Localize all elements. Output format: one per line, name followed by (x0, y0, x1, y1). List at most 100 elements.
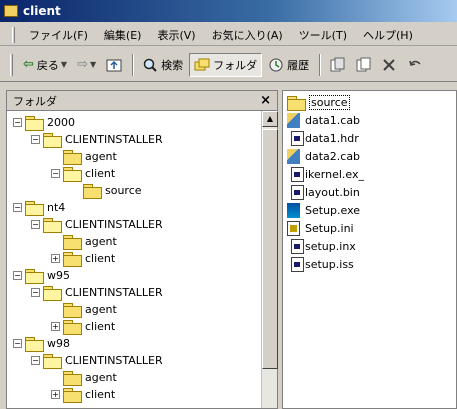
file-item[interactable]: Setup.exe (287, 201, 360, 219)
folder-icon (43, 285, 62, 301)
file-item[interactable]: setup.iss (287, 255, 354, 273)
folders-button[interactable]: フォルダ (189, 52, 263, 77)
file-item[interactable]: ikernel.ex_ (287, 165, 364, 183)
folder-panel-header: フォルダ × (7, 91, 277, 111)
tree-node-label: client (85, 251, 116, 265)
move-to-button[interactable] (325, 53, 349, 77)
tree-node[interactable]: − nt4 (13, 198, 65, 216)
close-icon[interactable]: × (260, 93, 271, 108)
file-name: layout.bin (305, 185, 360, 199)
tree-node[interactable]: − CLIENTINSTALLER (31, 283, 163, 301)
back-button[interactable]: ⇦ 戻る ▼ (19, 53, 71, 77)
toolbar-separator-2 (319, 53, 322, 76)
expand-icon[interactable]: + (51, 253, 60, 263)
collapse-icon[interactable]: − (13, 202, 22, 212)
tree-node[interactable]: − CLIENTINSTALLER (31, 351, 163, 369)
menu-tools[interactable]: ツール(T) (291, 27, 355, 43)
tree-node[interactable]: source (71, 181, 142, 199)
file-item[interactable]: Setup.ini (287, 219, 354, 237)
back-dropdown-icon[interactable]: ▼ (61, 60, 67, 69)
file-item[interactable]: setup.inx (287, 237, 356, 255)
file-name: setup.iss (305, 257, 354, 271)
tree-node-label: CLIENTINSTALLER (65, 132, 163, 146)
folder-icon (25, 115, 44, 131)
tree-node[interactable]: agent (51, 147, 117, 165)
file-item[interactable]: layout.bin (287, 183, 360, 201)
collapse-icon[interactable]: − (31, 134, 40, 144)
file-name: Setup.ini (305, 221, 354, 235)
undo-icon (409, 60, 421, 66)
file-item[interactable]: data1.cab (287, 111, 360, 129)
tree-node[interactable]: + client (51, 249, 115, 267)
folder-icon (83, 183, 102, 199)
file-name: source (309, 94, 350, 110)
undo-button[interactable] (403, 53, 427, 77)
cabinet-file-icon (287, 148, 300, 164)
scroll-thumb[interactable] (262, 129, 278, 369)
scroll-up-icon[interactable]: ▲ (262, 111, 278, 127)
menu-file[interactable]: ファイル(F) (21, 27, 96, 43)
folder-tree: −2000− CLIENTINSTALLER agent − client source −… (7, 111, 261, 408)
collapse-icon[interactable]: − (31, 219, 40, 229)
collapse-icon[interactable]: − (31, 287, 40, 297)
tree-node-label: client (85, 319, 116, 333)
menu-edit[interactable]: 編集(E) (96, 27, 150, 43)
collapse-icon[interactable]: − (13, 338, 22, 348)
folder-icon (287, 95, 306, 111)
file-item[interactable]: data2.cab (287, 147, 360, 165)
folders-label: フォルダ (213, 58, 258, 72)
tree-node-label: agent (85, 302, 117, 316)
forward-button[interactable]: ⇨ ▼ (73, 53, 100, 77)
tree-node-label: w95 (47, 268, 70, 282)
tree-node-label: agent (85, 370, 117, 384)
folder-tree-panel: フォルダ × −2000− CLIENTINSTALLER agent − client… (6, 90, 278, 409)
tree-node[interactable]: − CLIENTINSTALLER (31, 130, 163, 148)
cabinet-file-icon (287, 112, 300, 128)
tree-node-label: nt4 (47, 200, 66, 214)
file-item[interactable]: source (287, 93, 350, 111)
tree-node[interactable]: agent (51, 368, 117, 386)
tree-node[interactable]: agent (51, 300, 117, 318)
menubar-grip[interactable] (12, 26, 15, 43)
collapse-icon[interactable]: − (13, 270, 22, 280)
copy-to-button[interactable] (351, 53, 375, 77)
tree-node[interactable]: − w95 (13, 266, 70, 284)
file-item[interactable]: data1.hdr (287, 129, 359, 147)
collapse-icon[interactable]: − (51, 168, 60, 178)
folder-icon (63, 234, 82, 250)
expand-icon[interactable]: + (51, 389, 60, 399)
folder-icon (63, 166, 82, 182)
tree-node[interactable]: − client (51, 164, 115, 182)
collapse-icon[interactable]: − (13, 117, 22, 127)
tree-scrollbar[interactable]: ▲ (261, 111, 278, 408)
search-button[interactable]: 検索 (138, 53, 187, 77)
delete-button[interactable] (377, 53, 401, 77)
window-title: client (23, 4, 61, 18)
tree-node[interactable]: − w98 (13, 334, 70, 352)
tree-node[interactable]: + client (51, 317, 115, 335)
tree-node[interactable]: agent (51, 232, 117, 250)
forward-arrow-icon: ⇨ (77, 57, 88, 72)
folder-icon (25, 200, 44, 216)
tree-node[interactable]: + client (51, 385, 115, 403)
toolbar-grip[interactable] (10, 53, 13, 76)
menu-help[interactable]: ヘルプ(H) (355, 27, 421, 43)
folder-icon (63, 302, 82, 318)
up-folder-button[interactable] (102, 53, 126, 77)
menu-view[interactable]: 表示(V) (149, 27, 203, 43)
folder-icon (25, 268, 44, 284)
search-label: 検索 (161, 58, 184, 72)
tree-node[interactable]: − 2000 (13, 113, 75, 131)
file-name: data2.cab (305, 149, 361, 163)
menu-favorites[interactable]: お気に入り(A) (204, 27, 291, 43)
history-button[interactable]: 履歴 (264, 53, 313, 77)
expand-icon[interactable]: + (51, 321, 60, 331)
up-folder-icon (106, 59, 122, 71)
forward-dropdown-icon[interactable]: ▼ (90, 60, 96, 69)
collapse-icon[interactable]: − (31, 355, 40, 365)
tree-node[interactable]: − CLIENTINSTALLER (31, 215, 163, 233)
